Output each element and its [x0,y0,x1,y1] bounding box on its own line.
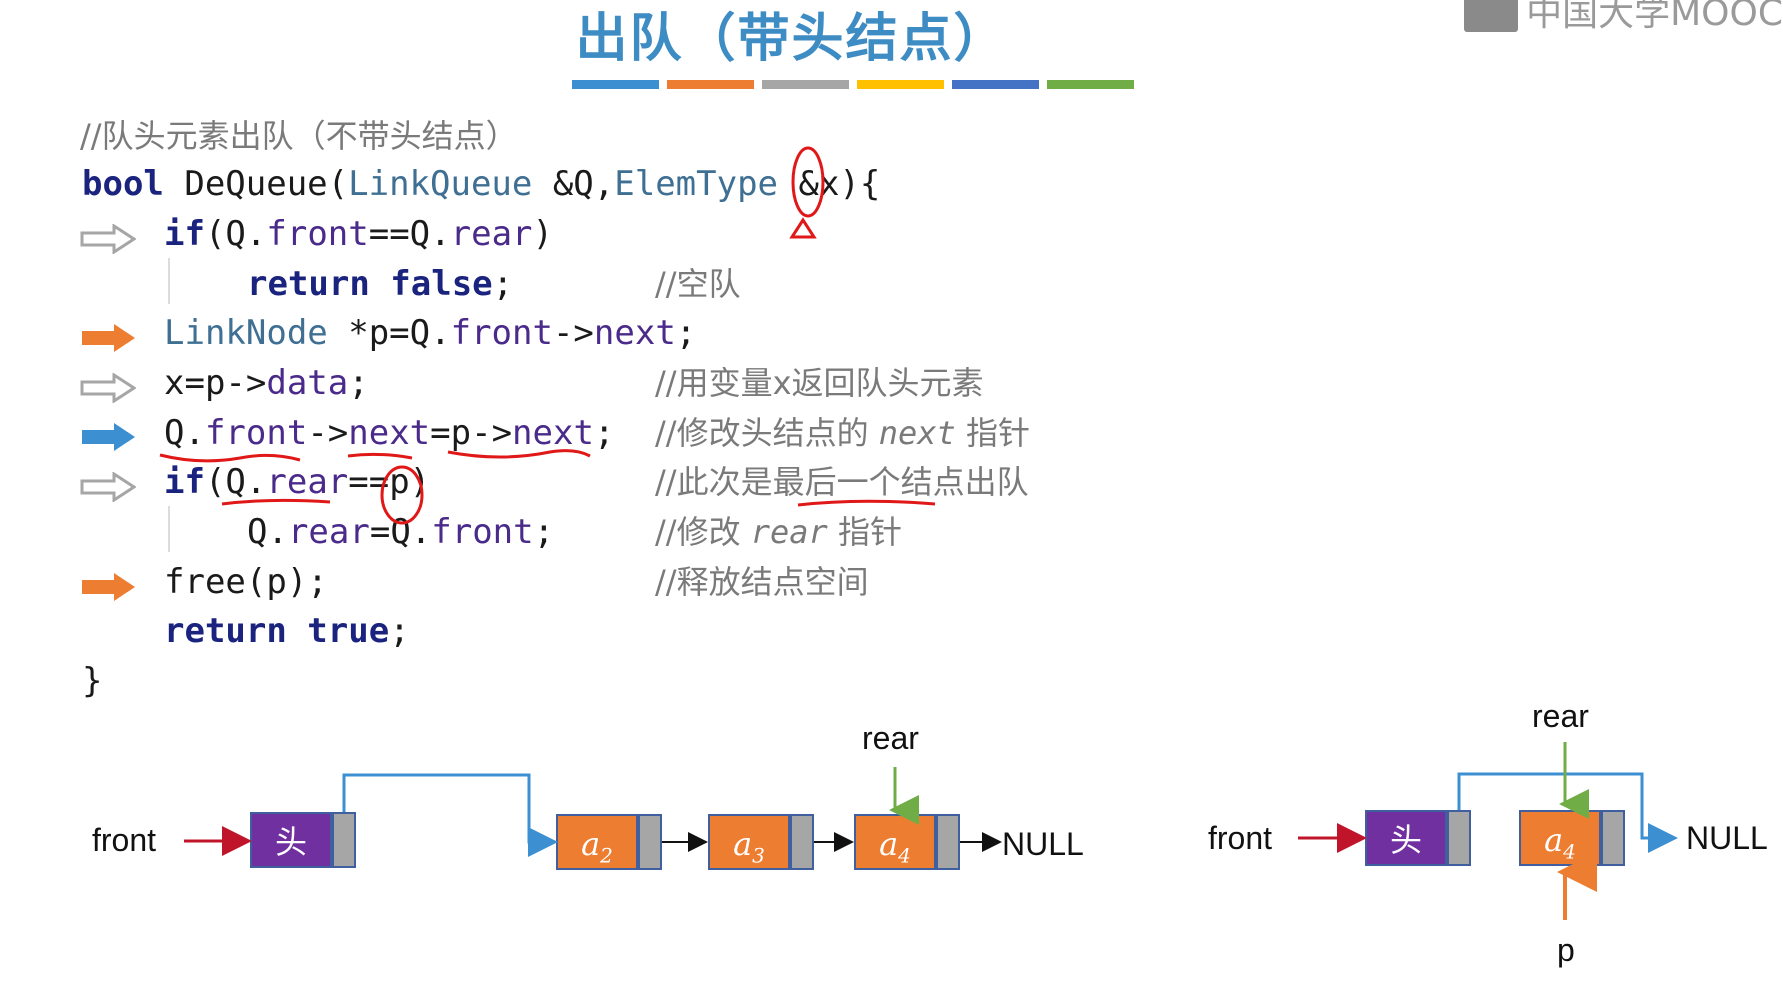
diagram2-connectors [1298,742,1678,920]
